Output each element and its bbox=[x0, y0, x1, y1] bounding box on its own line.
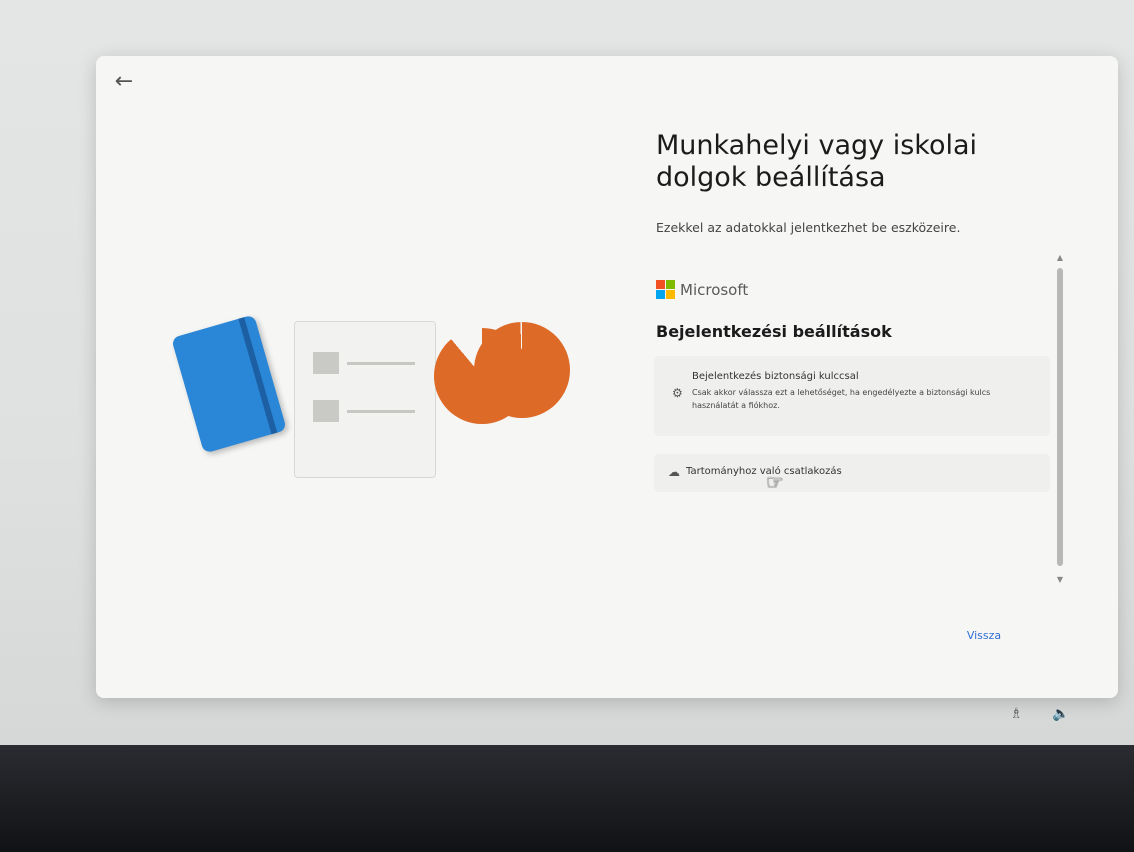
back-arrow-icon[interactable]: ← bbox=[110, 68, 138, 96]
options-heading: Bejelentkezési beállítások bbox=[656, 322, 892, 341]
microsoft-brand-text: Microsoft bbox=[680, 281, 749, 299]
notebook-band bbox=[238, 317, 278, 435]
volume-icon[interactable]: 🔈 bbox=[1052, 706, 1069, 722]
illustration bbox=[171, 306, 570, 496]
notebook-icon bbox=[171, 314, 287, 454]
setup-dialog: ← Munkahelyi vagy iskolai dolgok beállít… bbox=[96, 56, 1118, 698]
option-title: Tartományhoz való csatlakozás bbox=[686, 466, 842, 477]
scroll-down-icon[interactable]: ▼ bbox=[1054, 574, 1066, 586]
document-box bbox=[313, 352, 339, 374]
pie-slice-icon bbox=[474, 322, 570, 418]
back-button[interactable]: Vissza bbox=[960, 624, 1008, 648]
option-description: Csak akkor válassza ezt a lehetőséget, h… bbox=[692, 388, 991, 410]
scroll-thumb[interactable] bbox=[1057, 268, 1063, 566]
option-title: Bejelentkezés biztonsági kulccsal bbox=[692, 371, 859, 382]
key-icon: ⚙ bbox=[672, 386, 683, 400]
document-icon bbox=[294, 321, 436, 478]
option-domain-join[interactable]: ☁ Tartományhoz való csatlakozás bbox=[654, 454, 1050, 492]
page-title: Munkahelyi vagy iskolai dolgok beállítás… bbox=[656, 130, 978, 193]
domain-icon: ☁ bbox=[668, 465, 680, 479]
screen: ← Munkahelyi vagy iskolai dolgok beállít… bbox=[0, 0, 1134, 745]
microsoft-logo-icon bbox=[656, 280, 676, 300]
document-box bbox=[313, 400, 339, 422]
document-line bbox=[347, 362, 415, 365]
option-security-key[interactable]: ⚙ Bejelentkezés biztonsági kulccsal Csak… bbox=[654, 356, 1050, 436]
monitor-bezel bbox=[0, 745, 1134, 852]
document-line bbox=[347, 410, 415, 413]
page-subtitle: Ezekkel az adatokkal jelentkezhet be esz… bbox=[656, 220, 961, 235]
scroll-up-icon[interactable]: ▲ bbox=[1054, 252, 1066, 264]
accessibility-icon[interactable]: ♗ bbox=[1010, 706, 1023, 722]
microsoft-logo: Microsoft bbox=[656, 280, 766, 302]
options-scrollbar[interactable]: ▲ ▼ bbox=[1054, 252, 1066, 586]
hand-cursor-icon: ☞ bbox=[766, 470, 784, 494]
